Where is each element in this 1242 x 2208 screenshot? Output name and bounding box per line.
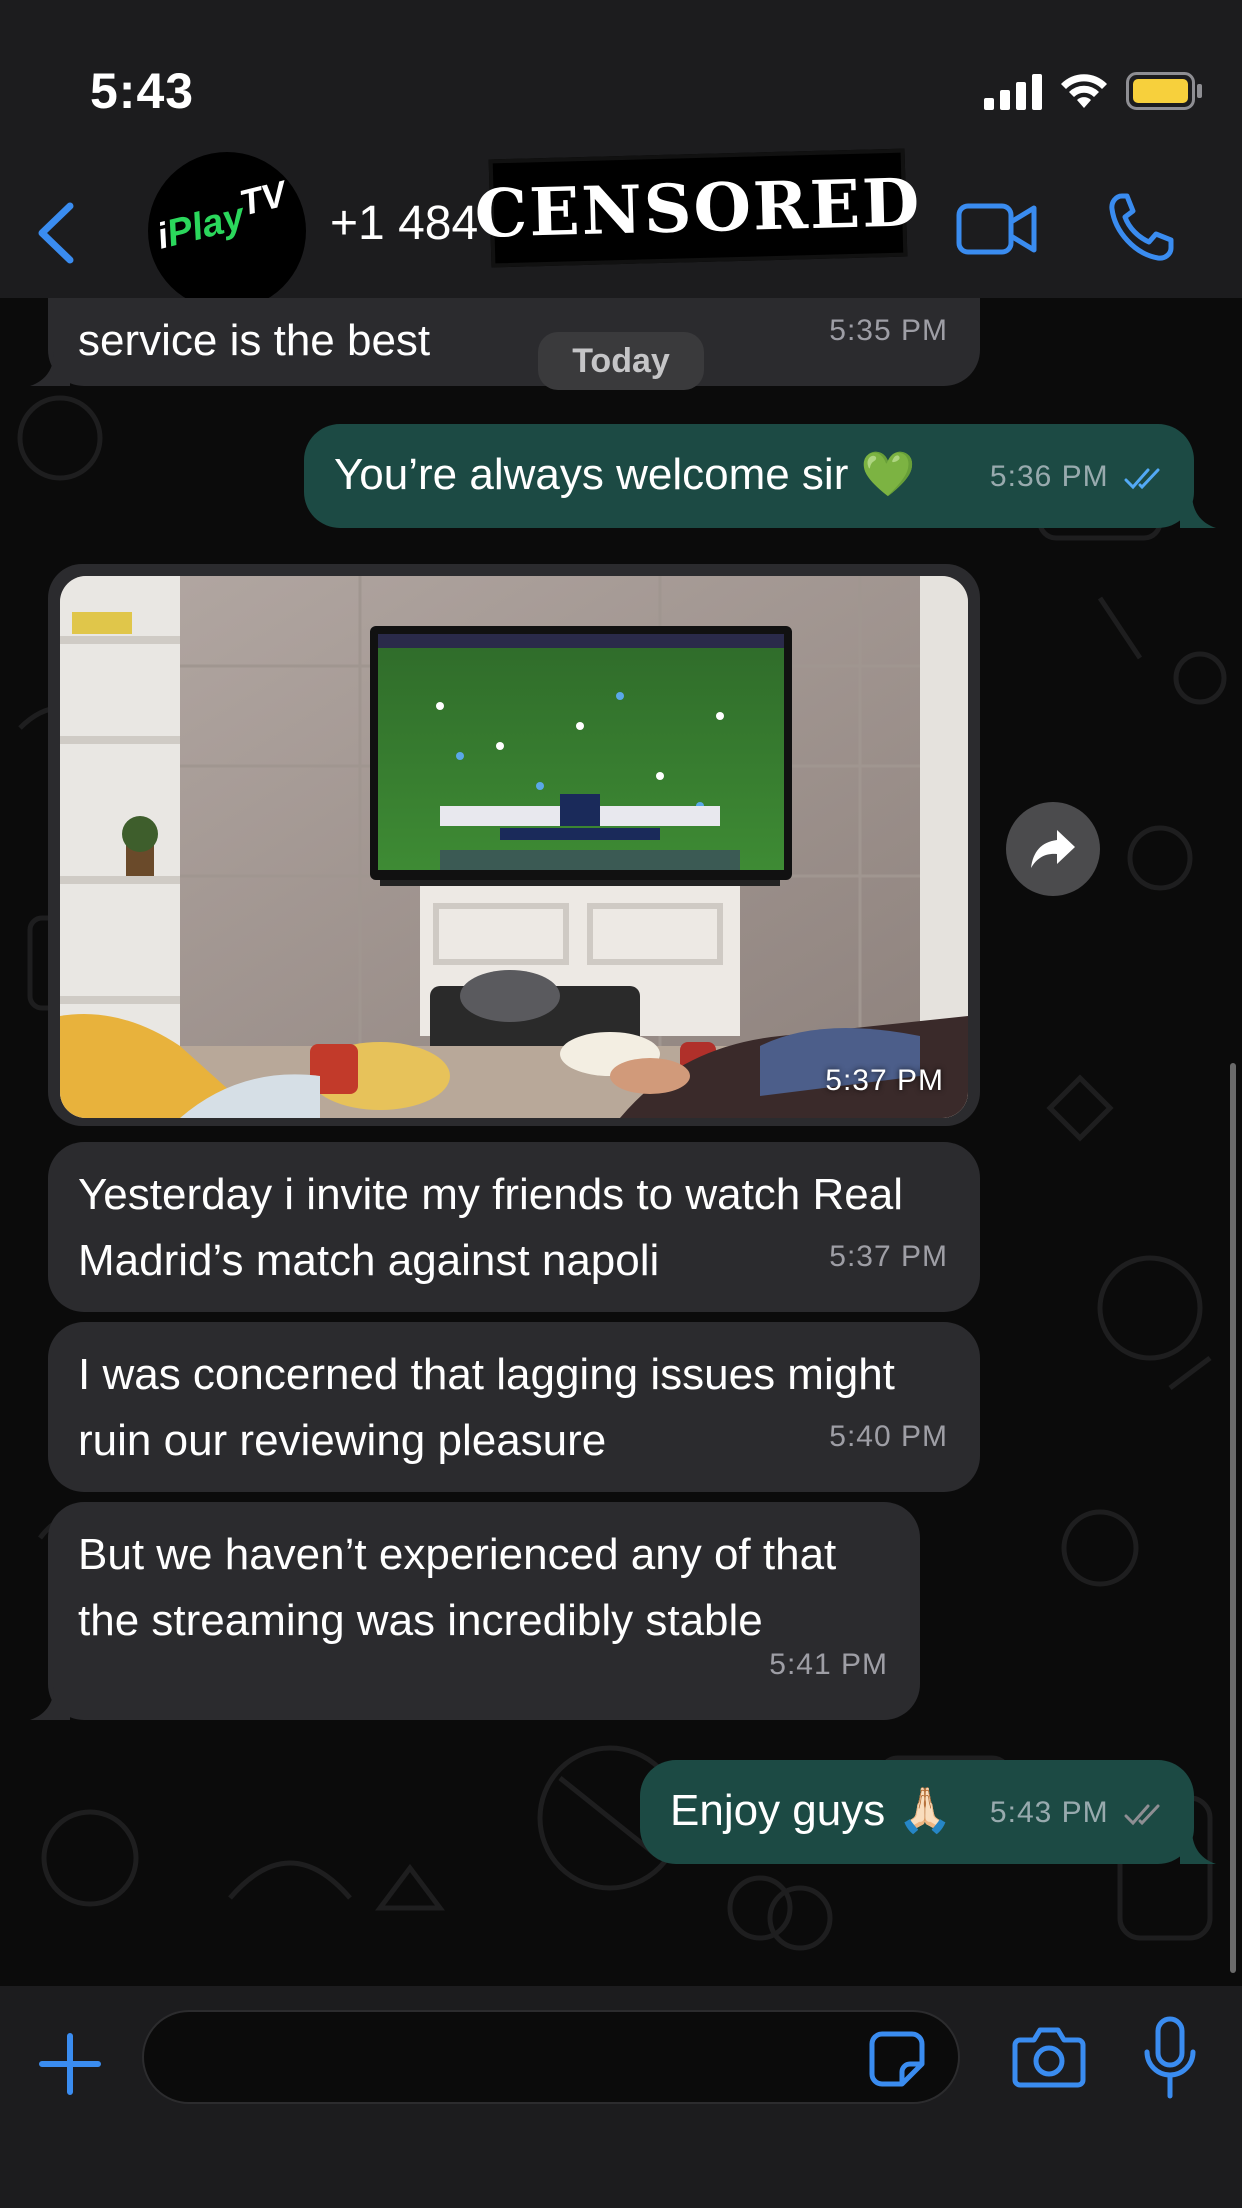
forward-button[interactable] — [1006, 802, 1100, 896]
censored-stamp: CENSORED — [474, 148, 922, 268]
message-bubble-outgoing[interactable]: You’re always welcome sir 💚 5:36 PM — [304, 424, 1194, 528]
date-chip: Today — [538, 332, 704, 390]
chat-area[interactable]: service is the best 5:35 PM Today You’re… — [0, 298, 1242, 1986]
bubble-tail — [1180, 1830, 1216, 1864]
message-bubble-incoming[interactable]: Yesterday i invite my friends to watch R… — [48, 1142, 980, 1312]
message-bubble-incoming[interactable]: I was concerned that lagging issues migh… — [48, 1322, 980, 1492]
bubble-tail — [30, 1686, 70, 1720]
wifi-icon — [1061, 74, 1107, 108]
bubble-tail — [30, 352, 70, 386]
scrollbar[interactable] — [1230, 1063, 1236, 1973]
contact-name[interactable]: +1 484 — [330, 196, 478, 251]
image-message[interactable]: 5:37 PM — [48, 564, 980, 1126]
chat-header: iPlayTV +1 484 CENSORED — [0, 148, 1242, 310]
sticker-icon[interactable] — [868, 2030, 926, 2088]
bubble-tail — [1180, 494, 1216, 528]
camera-icon[interactable] — [1012, 2024, 1086, 2088]
input-bar — [0, 1986, 1242, 2208]
delivered-ticks-icon — [1124, 1804, 1160, 1826]
cellular-signal-icon — [984, 74, 1042, 110]
message-input[interactable] — [142, 2010, 960, 2104]
iplaytv-logo: iPlayTV — [152, 172, 291, 257]
video-camera-icon[interactable] — [956, 198, 1038, 260]
message-bubble-outgoing[interactable]: Enjoy guys 🙏🏻 5:43 PM — [640, 1760, 1194, 1864]
photo-tv-living-room[interactable]: 5:37 PM — [60, 576, 968, 1118]
status-time: 5:43 — [90, 63, 195, 119]
battery-icon — [1126, 72, 1202, 110]
microphone-icon[interactable] — [1142, 2016, 1198, 2100]
plus-icon[interactable] — [38, 2032, 102, 2096]
forward-arrow-icon — [1031, 830, 1075, 868]
read-ticks-icon — [1124, 468, 1160, 490]
phone-icon[interactable] — [1108, 192, 1174, 262]
message-bubble-incoming[interactable]: But we haven’t experienced any of that t… — [48, 1502, 920, 1720]
avatar[interactable]: iPlayTV — [148, 152, 306, 310]
chevron-left-icon[interactable] — [30, 198, 80, 268]
message-bubble-incoming[interactable]: service is the best 5:35 PM — [48, 298, 980, 386]
status-bar: 5:43 — [0, 0, 1242, 148]
